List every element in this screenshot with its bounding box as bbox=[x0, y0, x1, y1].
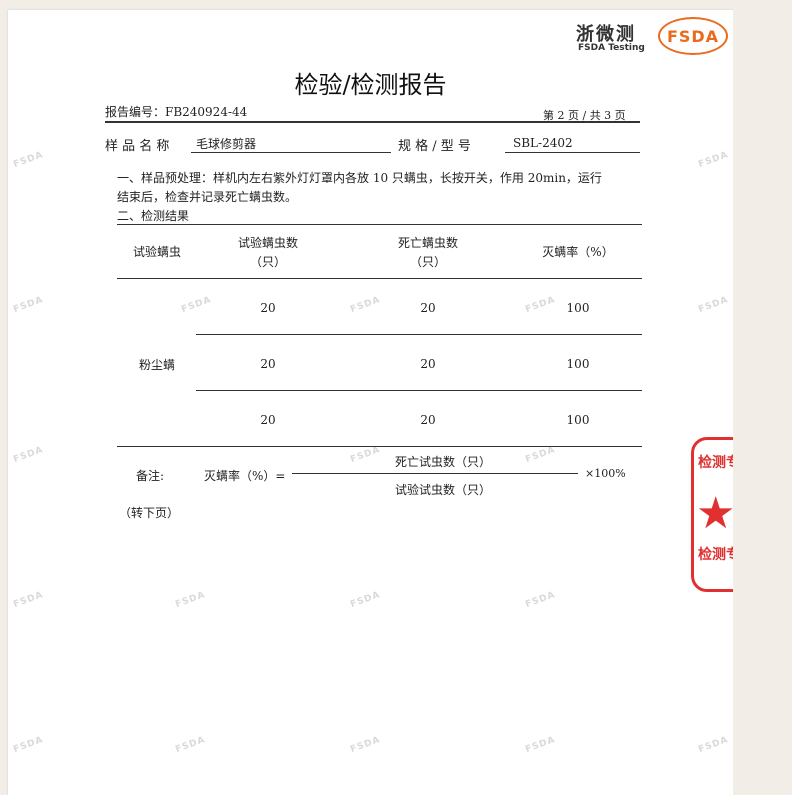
results-heading: 二、检测结果 bbox=[117, 209, 190, 223]
fsda-logo-badge: FSDA bbox=[658, 17, 728, 55]
watermark: FSDA bbox=[697, 734, 730, 756]
watermark: FSDA bbox=[697, 149, 730, 171]
kill-rate-cell: 100 bbox=[566, 357, 590, 371]
fraction-bar bbox=[292, 473, 578, 474]
header-cell: 试验螨虫数 bbox=[237, 236, 298, 250]
watermark: FSDA bbox=[174, 589, 207, 611]
kill-rate-cell: 100 bbox=[566, 301, 590, 315]
formula-left: 灭螨率（%）= bbox=[204, 469, 286, 483]
pretreatment-text-cont: 结束后，检查并记录死亡螨虫数。 bbox=[117, 190, 298, 204]
watermark: FSDA bbox=[349, 734, 382, 756]
dead-count-cell: 20 bbox=[420, 301, 436, 315]
table-top-border bbox=[117, 224, 642, 225]
sample-name-label: 样 品 名 称 bbox=[105, 139, 170, 154]
watermark: FSDA bbox=[12, 589, 45, 611]
star-icon: ★ bbox=[696, 488, 736, 539]
tested-count-cell: 20 bbox=[260, 357, 276, 371]
formula-denominator: 试验试虫数（只） bbox=[394, 483, 491, 497]
table-bottom-border bbox=[117, 446, 642, 447]
pretreatment-text: 一、样品预处理：样机内左右紫外灯灯罩内各放 10 只螨虫，长按开关，作用 20m… bbox=[117, 171, 602, 185]
tested-count-cell: 20 bbox=[260, 301, 276, 315]
spec-model-value: SBL-2402 bbox=[513, 136, 573, 150]
header-cell: 灭螨率（%） bbox=[542, 245, 614, 259]
underline bbox=[191, 152, 391, 153]
watermark: FSDA bbox=[12, 444, 45, 466]
note-label: 备注: bbox=[136, 469, 165, 483]
watermark: FSDA bbox=[349, 589, 382, 611]
header-cell-unit: （只） bbox=[249, 255, 286, 269]
watermark: FSDA bbox=[12, 294, 45, 316]
formula-numerator: 死亡试虫数（只） bbox=[394, 455, 491, 469]
report-page: FSDA FSDA FSDA FSDA FSDA FSDA FSDA FSDA … bbox=[8, 10, 733, 795]
watermark: FSDA bbox=[12, 149, 45, 171]
watermark: FSDA bbox=[174, 734, 207, 756]
table-header-border bbox=[117, 278, 642, 279]
header-cell-unit: （只） bbox=[409, 255, 446, 269]
logo-english-name: FSDA Testing bbox=[578, 43, 645, 53]
sample-name-value: 毛球修剪器 bbox=[196, 137, 257, 151]
row-divider bbox=[196, 390, 642, 391]
divider bbox=[105, 121, 640, 123]
watermark: FSDA bbox=[12, 734, 45, 756]
report-title: 检验/检测报告 bbox=[294, 71, 447, 99]
tested-count-cell: 20 bbox=[260, 413, 276, 427]
formula-multiplier: ×100% bbox=[585, 467, 626, 480]
dead-count-cell: 20 bbox=[420, 357, 436, 371]
watermark: FSDA bbox=[697, 294, 730, 316]
watermark: FSDA bbox=[524, 589, 557, 611]
header-cell: 试验螨虫 bbox=[132, 245, 181, 259]
row-divider bbox=[196, 334, 642, 335]
species-cell: 粉尘螨 bbox=[138, 358, 175, 372]
spec-model-label: 规 格 / 型 号 bbox=[398, 139, 471, 154]
page-gutter bbox=[733, 0, 792, 795]
continued-note: （转下页） bbox=[119, 506, 180, 520]
report-number: 报告编号：FB240924-44 bbox=[105, 105, 248, 119]
dead-count-cell: 20 bbox=[420, 413, 436, 427]
kill-rate-cell: 100 bbox=[566, 413, 590, 427]
watermark: FSDA bbox=[524, 734, 557, 756]
header-cell: 死亡螨虫数 bbox=[397, 236, 458, 250]
underline bbox=[505, 152, 640, 153]
